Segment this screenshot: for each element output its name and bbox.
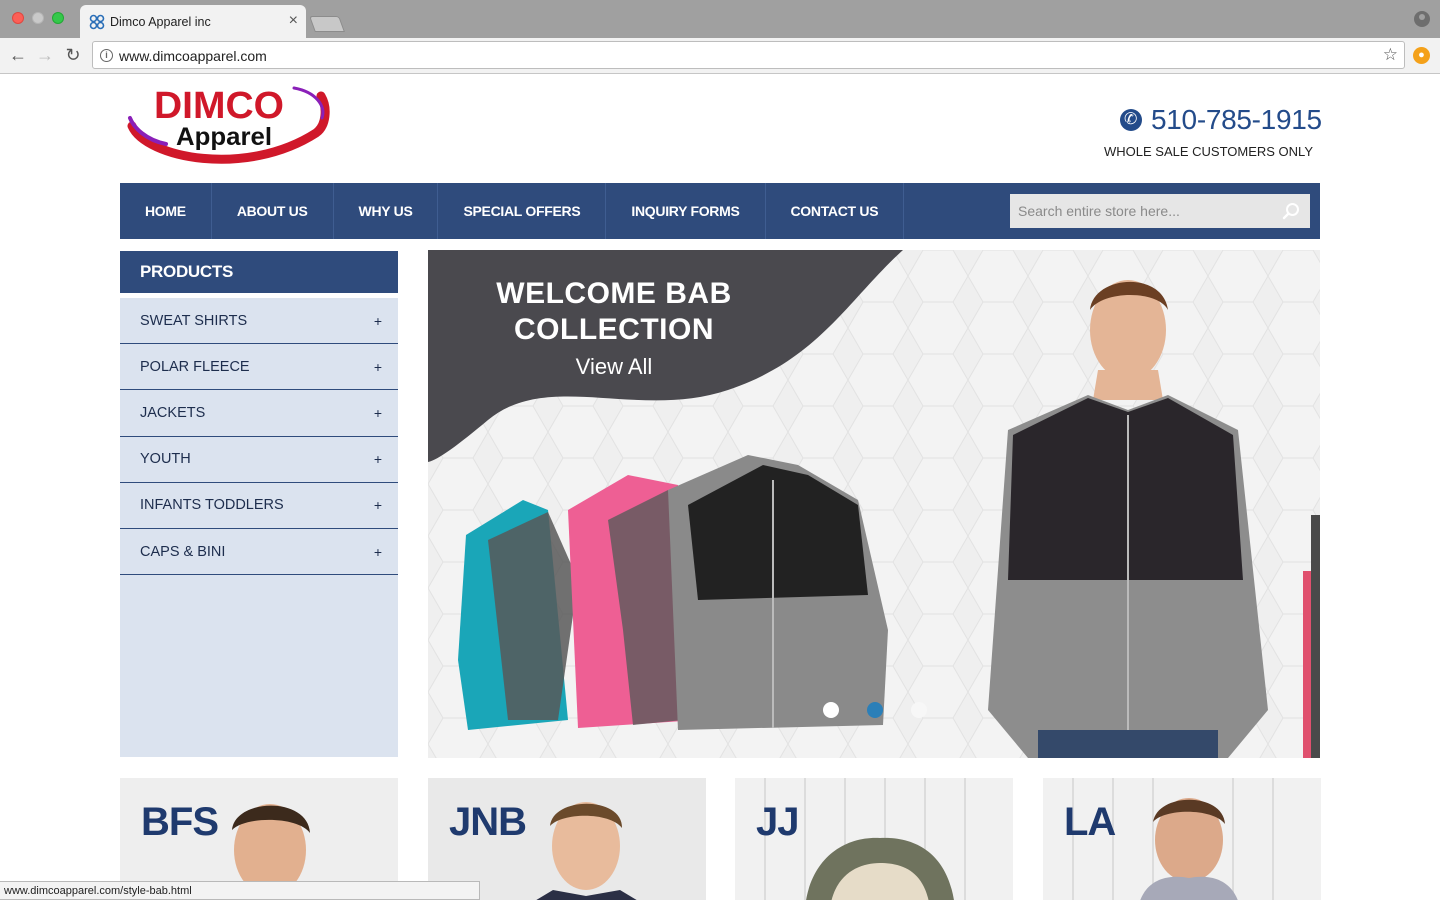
sidebar-item-label: YOUTH (140, 451, 191, 468)
search-input[interactable] (1010, 194, 1270, 228)
nav-item-home[interactable]: HOME (120, 183, 212, 239)
browser-tab[interactable]: Dimco Apparel inc × (80, 5, 306, 38)
phone-note: WHOLE SALE CUSTOMERS ONLY (1103, 144, 1313, 159)
expand-plus-icon[interactable]: + (374, 544, 382, 560)
search-icon[interactable] (1282, 202, 1300, 220)
banner-title-line2: COLLECTION (514, 313, 714, 346)
nav-item-inquiry-forms[interactable]: INQUIRY FORMS (606, 183, 766, 239)
url-text[interactable]: www.dimcoapparel.com (119, 48, 267, 64)
products-heading: PRODUCTS (120, 251, 398, 293)
banner-accent-bar (1303, 571, 1311, 758)
sidebar-item-jackets[interactable]: JACKETS + (120, 390, 398, 437)
sidebar-item-youth[interactable]: YOUTH + (120, 437, 398, 483)
nav-item-contact-us[interactable]: CONTACT US (766, 183, 905, 239)
tab-title: Dimco Apparel inc (110, 15, 211, 29)
main-navigation: HOME ABOUT US WHY US SPECIAL OFFERS INQU… (120, 183, 1320, 239)
dimco-logo[interactable]: DIMCO Apparel (126, 78, 331, 170)
slider-dot-3[interactable] (911, 702, 927, 718)
hero-banner[interactable]: WELCOME BAB COLLECTION View All (428, 250, 1320, 758)
sidebar-item-label: INFANTS TODDLERS (140, 497, 284, 514)
bookmark-star-icon[interactable]: ☆ (1383, 45, 1398, 65)
logo-wordmark: DIMCO (154, 85, 284, 127)
favicon-icon (89, 14, 105, 30)
window-minimize-button[interactable] (32, 12, 44, 24)
expand-plus-icon[interactable]: + (374, 451, 382, 467)
nav-item-about-us[interactable]: ABOUT US (212, 183, 334, 239)
brand-label: LA (1064, 800, 1116, 844)
reload-icon[interactable]: ↻ (62, 44, 84, 66)
browser-toolbar: ← → ↻ i www.dimcoapparel.com ☆ ● (0, 38, 1440, 74)
sidebar-item-label: SWEAT SHIRTS (140, 312, 248, 329)
window-close-button[interactable] (12, 12, 24, 24)
expand-plus-icon[interactable]: + (374, 497, 382, 513)
brand-card-jj[interactable]: JJ (735, 778, 1013, 900)
address-bar[interactable]: i www.dimcoapparel.com ☆ (92, 41, 1405, 69)
new-tab-button[interactable] (309, 16, 345, 32)
view-all-link[interactable]: View All (488, 354, 740, 380)
banner-scroll-bar[interactable] (1311, 515, 1320, 758)
slider-dot-1[interactable] (823, 702, 839, 718)
expand-plus-icon[interactable]: + (374, 313, 382, 329)
sidebar-item-label: CAPS & BINI (140, 543, 226, 560)
extension-icon[interactable]: ● (1413, 47, 1430, 64)
slider-dot-2-active[interactable] (867, 702, 883, 718)
browser-tab-bar: Dimco Apparel inc × (0, 0, 1440, 38)
phone-number[interactable]: 510-785-1915 (1151, 104, 1322, 136)
brand-label: JJ (756, 800, 799, 844)
logo-subword: Apparel (176, 123, 272, 151)
search-box (1010, 194, 1310, 228)
page: DIMCO Apparel 510-785-1915 WHOLE SALE CU… (0, 75, 1440, 900)
product-category-list: SWEAT SHIRTS + POLAR FLEECE + JACKETS + … (120, 298, 398, 757)
sidebar-item-polar-fleece[interactable]: POLAR FLEECE + (120, 344, 398, 391)
window-maximize-button[interactable] (52, 12, 64, 24)
sidebar-item-sweat-shirts[interactable]: SWEAT SHIRTS + (120, 298, 398, 345)
info-icon[interactable]: i (100, 49, 113, 62)
expand-plus-icon[interactable]: + (374, 405, 382, 421)
banner-title: WELCOME BAB COLLECTION (488, 276, 740, 348)
sidebar-item-label: JACKETS (140, 404, 206, 421)
brand-label: JNB (449, 800, 527, 844)
phone-icon (1120, 109, 1142, 131)
profile-icon[interactable] (1414, 11, 1430, 27)
banner-title-line1: WELCOME BAB (496, 277, 732, 310)
sidebar-item-caps-bini[interactable]: CAPS & BINI + (120, 529, 398, 576)
brand-card-la[interactable]: LA (1043, 778, 1321, 900)
forward-arrow-icon[interactable]: → (34, 44, 56, 66)
nav-item-why-us[interactable]: WHY US (334, 183, 439, 239)
brand-label: BFS (141, 800, 219, 844)
status-bar-url: www.dimcoapparel.com/style-bab.html (0, 881, 480, 900)
sidebar-item-infants-toddlers[interactable]: INFANTS TODDLERS + (120, 483, 398, 529)
expand-plus-icon[interactable]: + (374, 359, 382, 375)
sidebar-item-label: POLAR FLEECE (140, 358, 250, 375)
back-arrow-icon[interactable]: ← (7, 44, 29, 66)
tab-close-icon[interactable]: × (289, 12, 298, 30)
nav-item-special-offers[interactable]: SPECIAL OFFERS (438, 183, 607, 239)
